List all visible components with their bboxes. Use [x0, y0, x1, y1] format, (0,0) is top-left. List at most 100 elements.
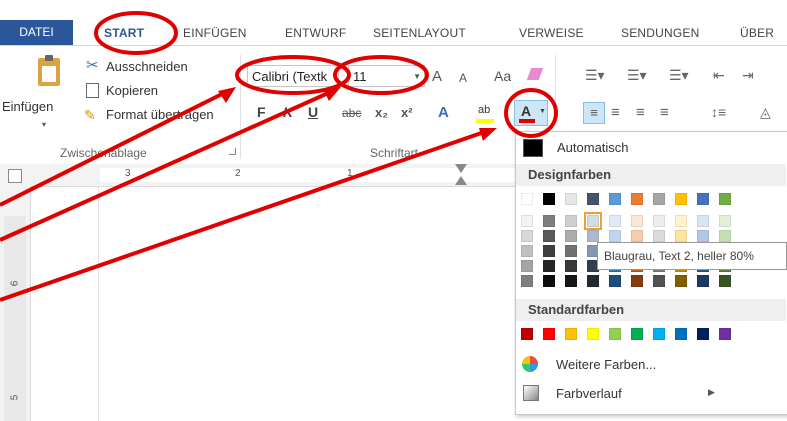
theme-color-swatch[interactable]: [584, 212, 602, 230]
cut-button[interactable]: Ausschneiden: [106, 59, 188, 74]
theme-color-swatch[interactable]: [521, 245, 533, 257]
theme-color-swatch[interactable]: [565, 193, 577, 205]
theme-color-swatch[interactable]: [587, 193, 599, 205]
change-case-button[interactable]: Aa: [494, 68, 511, 84]
standard-color-swatch[interactable]: [565, 328, 577, 340]
justify-icon[interactable]: ≡: [660, 104, 669, 121]
font-color-button[interactable]: A ▼: [514, 100, 548, 126]
theme-color-swatch[interactable]: [653, 215, 665, 227]
align-left-icon[interactable]: ≡: [583, 102, 605, 124]
theme-color-swatch[interactable]: [653, 193, 665, 205]
standard-color-swatch[interactable]: [675, 328, 687, 340]
format-painter-button[interactable]: Format übertragen: [106, 107, 214, 122]
tab-verweise[interactable]: VERWEISE: [519, 26, 584, 40]
more-colors-item[interactable]: Weitere Farben...: [516, 351, 786, 377]
indent-marker-icon[interactable]: [455, 164, 467, 173]
theme-color-swatch[interactable]: [565, 245, 577, 257]
theme-color-swatch[interactable]: [543, 193, 555, 205]
theme-color-swatch[interactable]: [697, 230, 709, 242]
italic-button[interactable]: K: [283, 104, 293, 120]
theme-color-swatch[interactable]: [565, 260, 577, 272]
underline-button[interactable]: U: [308, 104, 318, 120]
theme-color-swatch[interactable]: [565, 275, 577, 287]
theme-color-swatch[interactable]: [543, 260, 555, 272]
theme-color-swatch[interactable]: [675, 215, 687, 227]
theme-color-swatch[interactable]: [609, 275, 621, 287]
theme-color-swatch[interactable]: [719, 193, 731, 205]
theme-color-swatch[interactable]: [697, 215, 709, 227]
gradient-item[interactable]: Farbverlauf ▶: [516, 380, 786, 406]
shading-icon[interactable]: ◬: [760, 104, 771, 121]
multilevel-list-icon[interactable]: ☰▾: [669, 67, 689, 84]
tab-start[interactable]: START: [104, 26, 144, 40]
subscript-button[interactable]: x₂: [375, 105, 388, 120]
automatic-color-item[interactable]: Automatisch: [519, 135, 787, 161]
theme-color-swatch[interactable]: [719, 215, 731, 227]
font-size-combo[interactable]: 11 ▼: [348, 65, 425, 87]
standard-color-swatch[interactable]: [521, 328, 533, 340]
bullet-list-icon[interactable]: ☰▾: [585, 67, 605, 84]
copy-button[interactable]: Kopieren: [106, 83, 158, 98]
grow-font-button[interactable]: A: [432, 68, 442, 85]
tab-datei[interactable]: DATEI: [0, 20, 73, 45]
theme-color-swatch[interactable]: [675, 275, 687, 287]
standard-color-swatch[interactable]: [587, 328, 599, 340]
theme-color-swatch[interactable]: [609, 215, 621, 227]
theme-color-swatch[interactable]: [631, 215, 643, 227]
theme-color-swatch[interactable]: [543, 275, 555, 287]
standard-color-swatch[interactable]: [697, 328, 709, 340]
decrease-indent-icon[interactable]: ⇤: [713, 67, 725, 84]
theme-color-swatch[interactable]: [675, 193, 687, 205]
theme-color-swatch[interactable]: [543, 215, 555, 227]
theme-color-swatch[interactable]: [543, 245, 555, 257]
font-name-combo[interactable]: Calibri (Textk: [247, 65, 339, 87]
theme-color-swatch[interactable]: [521, 230, 533, 242]
standard-color-swatch[interactable]: [719, 328, 731, 340]
tab-selector-icon[interactable]: [8, 169, 22, 183]
theme-color-swatch[interactable]: [719, 230, 731, 242]
theme-color-swatch[interactable]: [521, 275, 533, 287]
standard-color-swatch[interactable]: [631, 328, 643, 340]
paste-button[interactable]: Einfügen ▾: [2, 52, 62, 132]
theme-color-swatch[interactable]: [521, 193, 533, 205]
theme-color-swatch[interactable]: [587, 275, 599, 287]
theme-color-swatch[interactable]: [631, 275, 643, 287]
tab-einfuegen[interactable]: EINFÜGEN: [183, 26, 247, 40]
theme-color-swatch[interactable]: [543, 230, 555, 242]
dialog-launcher-icon[interactable]: [229, 148, 236, 155]
numbered-list-icon[interactable]: ☰▾: [627, 67, 647, 84]
standard-color-swatch[interactable]: [543, 328, 555, 340]
align-center-icon[interactable]: ≡: [611, 104, 620, 121]
theme-color-swatch[interactable]: [653, 275, 665, 287]
tab-ueberpruefen[interactable]: ÜBER: [740, 26, 774, 40]
shrink-font-button[interactable]: A: [459, 71, 467, 85]
text-effects-button[interactable]: A: [438, 104, 449, 121]
bold-button[interactable]: F: [257, 104, 266, 120]
tab-entwurf[interactable]: ENTWURF: [285, 26, 346, 40]
indent-marker-icon[interactable]: [455, 176, 467, 185]
theme-color-swatch[interactable]: [697, 193, 709, 205]
theme-color-swatch[interactable]: [565, 230, 577, 242]
theme-color-swatch[interactable]: [587, 230, 599, 242]
theme-color-swatch[interactable]: [609, 230, 621, 242]
increase-indent-icon[interactable]: ⇥: [742, 67, 754, 84]
standard-color-swatch[interactable]: [609, 328, 621, 340]
theme-color-swatch[interactable]: [697, 275, 709, 287]
strikethrough-button[interactable]: abc: [342, 106, 361, 120]
highlight-button[interactable]: ab: [478, 104, 490, 116]
theme-color-swatch[interactable]: [521, 215, 533, 227]
theme-color-swatch[interactable]: [609, 193, 621, 205]
theme-color-swatch[interactable]: [675, 230, 687, 242]
theme-color-swatch[interactable]: [631, 230, 643, 242]
line-spacing-icon[interactable]: ↕≡: [711, 104, 726, 120]
align-right-icon[interactable]: ≡: [636, 104, 645, 121]
theme-color-swatch[interactable]: [631, 193, 643, 205]
standard-color-swatch[interactable]: [653, 328, 665, 340]
tab-sendungen[interactable]: SENDUNGEN: [621, 26, 699, 40]
superscript-button[interactable]: x²: [401, 105, 413, 120]
theme-color-swatch[interactable]: [565, 215, 577, 227]
theme-color-swatch[interactable]: [719, 275, 731, 287]
theme-color-swatch[interactable]: [521, 260, 533, 272]
tab-seitenlayout[interactable]: SEITENLAYOUT: [373, 26, 466, 40]
theme-color-swatch[interactable]: [653, 230, 665, 242]
